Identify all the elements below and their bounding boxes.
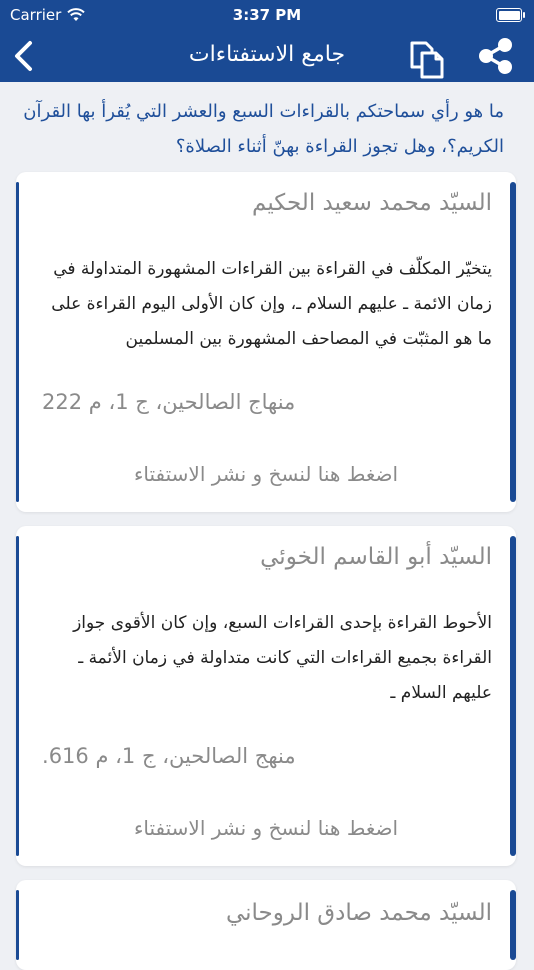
source-reference: منهج الصالحين، ج 1، م 616. [42,744,296,768]
question-text: ما هو رأي سماحتكم بالقراءات السبع والعشر… [23,101,504,157]
copy-button[interactable] [404,33,450,79]
scholar-name: السيّد محمد صادق الروحاني [225,900,492,926]
nav-bar: جامع الاستفتاءات [0,30,534,82]
answer-card: السيّد محمد صادق الروحاني [16,880,516,970]
share-button[interactable] [474,34,518,78]
scholar-name: السيّد أبو القاسم الخوئي [260,544,492,570]
answer-card: السيّد محمد سعيد الحكيم يتخيّر المكلّف ف… [16,172,516,512]
clock: 3:37 PM [232,6,302,24]
status-bar: Carrier 3:37 PM [0,0,534,30]
copy-icon [410,41,444,79]
copy-share-link[interactable]: اضغط هنا لنسخ و نشر الاستفتاء [16,816,516,840]
answer-text: الأحوط القراءة بإحدى القراءات السبع، وإن… [73,613,492,703]
app-header: Carrier 3:37 PM جامع الاستفتاءات [0,0,534,82]
source-reference: منهاج الصالحين، ج 1، م 222 [42,390,296,414]
back-button[interactable] [4,34,48,78]
answer-text: يتخيّر المكلّف في القراءة بين القراءات ا… [51,259,492,349]
share-icon [479,38,512,74]
chevron-left-icon [15,41,32,71]
battery-icon [496,8,525,22]
scholar-name: السيّد محمد سعيد الحكيم [252,190,492,216]
copy-share-link[interactable]: اضغط هنا لنسخ و نشر الاستفتاء [16,462,516,486]
answer-card: السيّد أبو القاسم الخوئي الأحوط القراءة … [16,526,516,866]
page-title: جامع الاستفتاءات [188,42,346,67]
